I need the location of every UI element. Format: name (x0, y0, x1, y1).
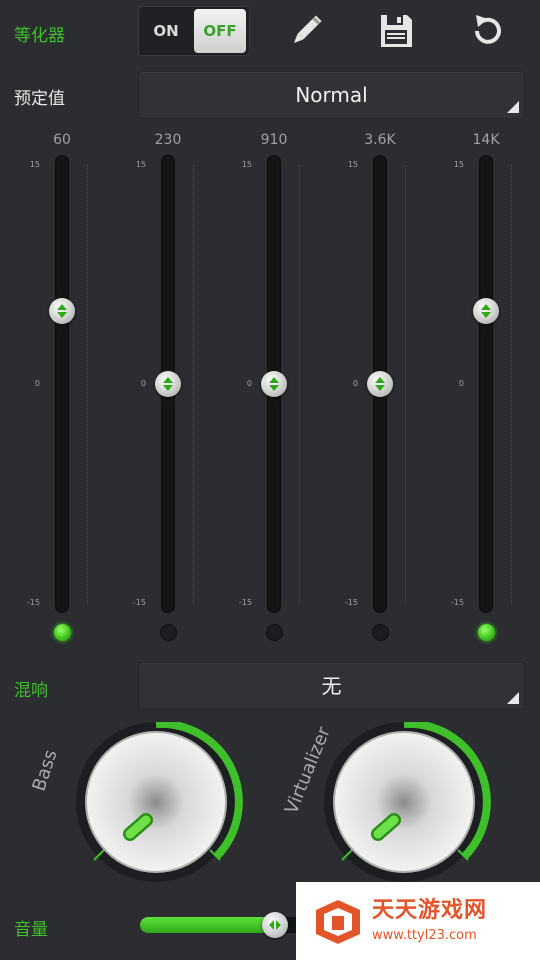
band-slider-track[interactable] (479, 155, 493, 613)
dropdown-arrow-icon (507, 692, 519, 704)
reset-icon[interactable] (468, 11, 508, 51)
band-slider-thumb[interactable] (155, 371, 181, 397)
scale-label-mid: 0 (458, 379, 464, 388)
preset-label: 预定值 (14, 89, 65, 109)
volume-slider-fill (140, 917, 275, 933)
preset-dropdown[interactable]: Normal (138, 71, 525, 119)
reverb-dropdown[interactable]: 无 (138, 662, 525, 710)
scale-label-mid: 0 (246, 379, 252, 388)
volume-label: 音量 (14, 920, 48, 940)
scale-label-min: -15 (344, 598, 358, 607)
scale-label-min: -15 (450, 598, 464, 607)
scale-label-min: -15 (132, 598, 146, 607)
band-gridline (405, 165, 406, 603)
band-frequency-label: 230 (154, 132, 182, 148)
scale-label-max: 15 (241, 160, 252, 169)
reverb-label: 混响 (14, 681, 48, 701)
band-frequency-label: 910 (260, 132, 288, 148)
band-gridline (299, 165, 300, 603)
scale-label-min: -15 (238, 598, 252, 607)
band-frequency-label: 60 (53, 132, 71, 148)
watermark-overlay: 天天游戏网 www.ttyl23.com (296, 882, 540, 960)
pencil-icon[interactable] (286, 11, 326, 51)
preset-value: Normal (295, 83, 368, 107)
equalizer-label: 等化器 (14, 26, 65, 46)
band-frequency-label: 14K (472, 132, 500, 148)
scale-label-mid: 0 (34, 379, 40, 388)
scale-label-max: 15 (29, 160, 40, 169)
scale-label-mid: 0 (352, 379, 358, 388)
save-icon[interactable] (376, 11, 416, 51)
band-indicator-led (54, 624, 71, 641)
band-indicator-led (160, 624, 177, 641)
watermark-logo-icon (314, 898, 362, 946)
scale-label-max: 15 (347, 160, 358, 169)
band-slider-track[interactable] (55, 155, 69, 613)
band-slider-thumb[interactable] (49, 298, 75, 324)
band-frequency-label: 3.6K (364, 132, 396, 148)
band-gridline (511, 165, 512, 603)
dropdown-arrow-icon (507, 101, 519, 113)
band-slider-thumb[interactable] (473, 298, 499, 324)
scale-label-mid: 0 (140, 379, 146, 388)
band-gridline (193, 165, 194, 603)
volume-slider-thumb[interactable] (262, 912, 288, 938)
reverb-value: 无 (321, 674, 342, 698)
band-indicator-led (266, 624, 283, 641)
band-gridline (87, 165, 88, 603)
virtualizer-knob[interactable] (314, 719, 494, 882)
bass-knob[interactable] (66, 719, 246, 882)
band-indicator-led (372, 624, 389, 641)
equalizer-toggle[interactable]: ON OFF (138, 6, 250, 56)
scale-label-max: 15 (135, 160, 146, 169)
band-slider-thumb[interactable] (261, 371, 287, 397)
toggle-off-option[interactable]: OFF (194, 9, 246, 53)
scale-label-max: 15 (453, 160, 464, 169)
band-slider-thumb[interactable] (367, 371, 393, 397)
bass-label: Bass (28, 747, 62, 794)
toggle-on-option[interactable]: ON (142, 10, 190, 52)
band-indicator-led (478, 624, 495, 641)
watermark-title: 天天游戏网 (372, 898, 488, 923)
scale-label-min: -15 (26, 598, 40, 607)
watermark-url: www.ttyl23.com (372, 928, 477, 943)
